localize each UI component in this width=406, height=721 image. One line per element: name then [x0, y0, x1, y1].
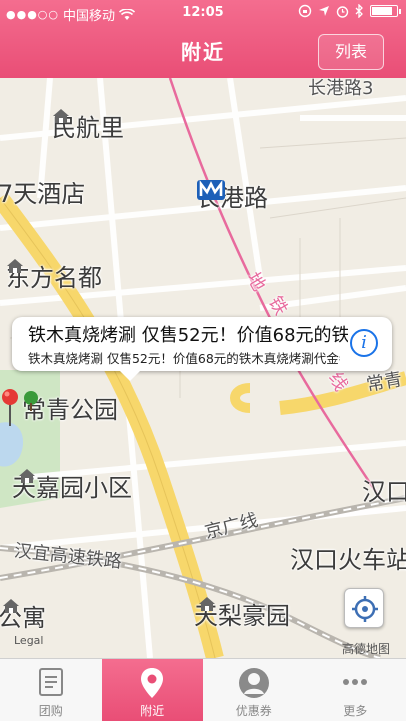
map-label-hankou-station: 汉口火车站: [290, 546, 406, 574]
document-list-icon: [38, 668, 63, 696]
house-icon: [53, 109, 69, 123]
tab-nearby[interactable]: 附近: [101, 659, 203, 721]
tab-label: 优惠券: [235, 704, 272, 718]
legal-link[interactable]: Legal: [14, 634, 43, 647]
location-arrow-icon: [319, 6, 329, 16]
more-dots-icon: [343, 679, 368, 685]
house-icon: [3, 599, 19, 613]
map-label-hankou: 汉口: [362, 478, 406, 506]
tab-label: 团购: [38, 704, 63, 718]
bluetooth-icon: [355, 4, 363, 18]
deal-callout-subtitle: 铁木真烧烤涮 仅售52元！价值68元的铁木真烧烤涮代金券: [28, 351, 340, 366]
map-label-changgang-road-top: 长港路3: [308, 78, 374, 99]
info-icon[interactable]: i: [350, 329, 378, 357]
park-tree-icon: [24, 391, 38, 411]
tab-coupons[interactable]: 优惠券: [203, 659, 305, 721]
user-avatar-icon: [238, 668, 269, 698]
tab-label: 更多: [343, 704, 368, 718]
alarm-icon: [336, 5, 349, 18]
house-icon: [7, 259, 23, 273]
map-label-7days-hotel: 7天酒店: [0, 180, 86, 208]
battery-icon: [370, 5, 401, 17]
tab-more[interactable]: 更多: [305, 659, 406, 721]
location-pin-icon: [141, 668, 164, 698]
status-bar: ●●●○○ 中国移动 12:05: [0, 0, 406, 26]
map-provider-label: 高德地图: [342, 642, 391, 656]
tab-label: 附近: [140, 704, 165, 718]
deal-callout-title: 铁木真烧烤涮 仅售52元！价值68元的铁木真烧烤涮: [28, 325, 348, 346]
tab-bar: 团购 附近 优惠券 更多: [0, 658, 406, 721]
metro-icon: [197, 180, 225, 200]
locate-me-button[interactable]: [344, 588, 384, 628]
rotation-lock-icon: [298, 4, 312, 18]
house-icon: [19, 469, 35, 483]
tab-group-buy[interactable]: 团购: [0, 659, 102, 721]
deal-callout[interactable]: 铁木真烧烤涮 仅售52元！价值68元的铁木真烧烤涮 铁木真烧烤涮 仅售52元！价…: [12, 317, 392, 381]
house-icon: [199, 597, 215, 611]
list-button[interactable]: 列表: [318, 34, 384, 70]
map-pin-icon[interactable]: [0, 388, 20, 428]
app-header: ●●●○○ 中国移动 12:05 附近 列表: [0, 0, 406, 78]
crosshair-icon: [352, 596, 378, 622]
